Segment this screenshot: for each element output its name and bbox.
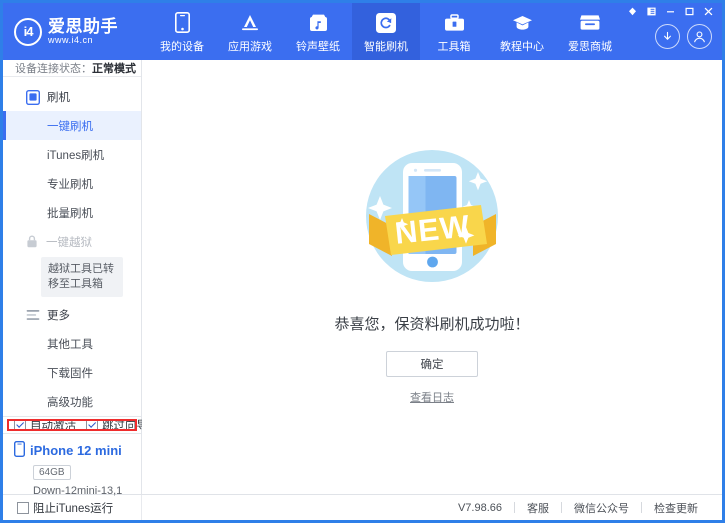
account-icon[interactable]: [687, 24, 712, 49]
nav-label: 智能刷机: [364, 38, 408, 54]
sidebar-options: 自动激活 跳过向导: [3, 416, 141, 433]
device-capacity-badge: 64GB: [33, 465, 71, 480]
device-name-row: iPhone 12 mini: [14, 441, 141, 460]
logo-text: 爱思助手 www.i4.cn: [48, 18, 118, 46]
app-header: i4 爱思助手 www.i4.cn 我的设备 应用游戏: [3, 3, 722, 60]
sidebar-item-one-key-flash[interactable]: 一键刷机: [3, 111, 141, 140]
nav-label: 我的设备: [160, 38, 204, 54]
auto-activate-label: 自动激活: [30, 417, 76, 433]
logo-mark-icon: i4: [14, 18, 42, 46]
device-name: iPhone 12 mini: [30, 443, 122, 458]
nav-label: 铃声壁纸: [296, 38, 340, 54]
success-message: 恭喜您，保资料刷机成功啦！: [334, 313, 529, 334]
app-logo: i4 爱思助手 www.i4.cn: [3, 3, 142, 60]
sidebar-item-label: 高级功能: [47, 394, 93, 410]
sidebar-group-label: 刷机: [47, 89, 70, 105]
maximize-icon[interactable]: [681, 5, 698, 18]
flash-icon: [376, 12, 396, 34]
sidebar-group-label: 更多: [47, 307, 70, 323]
device-identifier: Down-12mini-13,1: [33, 485, 141, 497]
connected-device-card[interactable]: iPhone 12 mini 64GB Down-12mini-13,1: [3, 433, 141, 505]
device-icon: [175, 12, 190, 34]
nav-item-tutorials[interactable]: 教程中心: [488, 3, 556, 60]
status-bar-right: V7.98.66 客服 微信公众号 检查更新: [142, 500, 722, 516]
shop-icon: [579, 12, 601, 34]
nav-label: 爱思商城: [568, 38, 612, 54]
nav-item-toolbox[interactable]: 工具箱: [420, 3, 488, 60]
sidebar-item-label: 一键刷机: [47, 118, 93, 134]
sidebar-item-label: iTunes刷机: [47, 147, 104, 163]
download-icon[interactable]: [655, 24, 680, 49]
nav-item-store[interactable]: 爱思商城: [556, 3, 624, 60]
sidebar-item-download-firmware[interactable]: 下载固件: [3, 358, 141, 387]
sidebar-item-one-key-jailbreak: 一键越狱: [3, 227, 141, 256]
confirm-button[interactable]: 确定: [386, 351, 478, 377]
nav-item-smart-flash[interactable]: 智能刷机: [352, 3, 420, 60]
sidebar-item-label: 批量刷机: [47, 205, 93, 221]
sidebar-item-other-tools[interactable]: 其他工具: [3, 329, 141, 358]
nav-label: 应用游戏: [228, 38, 272, 54]
sidebar-item-pro-flash[interactable]: 专业刷机: [3, 169, 141, 198]
new-phone-badge-illustration: NEW: [345, 134, 520, 299]
appstore-icon: [239, 12, 261, 34]
lock-icon: [25, 235, 39, 249]
checkbox-icon: [86, 419, 98, 431]
checkbox-icon: [14, 419, 26, 431]
minimize-icon[interactable]: [662, 5, 679, 18]
main-nav: 我的设备 应用游戏 铃声壁纸 智能刷机: [148, 3, 624, 60]
sidebar: 设备连接状态：正常模式 刷机 一键刷机 iTunes刷机 专业刷机: [3, 60, 142, 494]
view-log-link[interactable]: 查看日志: [410, 389, 454, 405]
toolbox-icon: [444, 12, 465, 34]
sidebar-item-advanced[interactable]: 高级功能: [3, 387, 141, 416]
jailbreak-tooltip: 越狱工具已转移至工具箱: [41, 257, 123, 297]
menu-icon[interactable]: [643, 5, 660, 18]
device-status-label: 设备连接状态：: [15, 60, 92, 76]
sidebar-item-label: 其他工具: [47, 336, 93, 352]
logo-name: 爱思助手: [48, 18, 118, 35]
nav-label: 工具箱: [438, 38, 471, 54]
list-icon: [25, 308, 40, 323]
skip-wizard-checkbox[interactable]: 跳过向导: [86, 417, 148, 433]
nav-item-ringtone-wallpaper[interactable]: 铃声壁纸: [284, 3, 352, 60]
auto-activate-checkbox[interactable]: 自动激活: [14, 417, 76, 433]
app-body: 设备连接状态：正常模式 刷机 一键刷机 iTunes刷机 专业刷机: [3, 60, 722, 494]
device-connection-status: 设备连接状态：正常模式: [3, 60, 141, 77]
wechat-link[interactable]: 微信公众号: [562, 500, 641, 516]
nav-item-apps-games[interactable]: 应用游戏: [216, 3, 284, 60]
header-account-icons: [655, 24, 712, 49]
sidebar-group-flash[interactable]: 刷机: [3, 83, 141, 111]
check-update-link[interactable]: 检查更新: [642, 500, 710, 516]
sidebar-group-more[interactable]: 更多: [3, 301, 141, 329]
device-status-value: 正常模式: [92, 60, 136, 76]
graduation-icon: [512, 12, 533, 34]
sidebar-menu: 刷机 一键刷机 iTunes刷机 专业刷机 批量刷机: [3, 77, 141, 416]
nav-label: 教程中心: [500, 38, 544, 54]
logo-url: www.i4.cn: [48, 36, 118, 45]
sidebar-item-label: 下载固件: [47, 365, 93, 381]
ringtone-icon: [309, 12, 328, 34]
nav-item-my-device[interactable]: 我的设备: [148, 3, 216, 60]
skin-icon[interactable]: [624, 5, 641, 18]
sidebar-item-batch-flash[interactable]: 批量刷机: [3, 198, 141, 227]
flash-device-icon: [25, 90, 40, 105]
logo-initials: i4: [24, 24, 33, 39]
phone-icon: [14, 441, 25, 460]
support-link[interactable]: 客服: [515, 500, 561, 516]
sidebar-item-label: 一键越狱: [46, 234, 92, 250]
sidebar-item-label: 专业刷机: [47, 176, 93, 192]
main-content: NEW 恭喜您，保资料刷机成功啦！ 确定 查看日志: [142, 60, 722, 494]
version-label: V7.98.66: [446, 502, 514, 514]
window-controls: [624, 5, 717, 18]
close-icon[interactable]: [700, 5, 717, 18]
app-window: i4 爱思助手 www.i4.cn 我的设备 应用游戏: [0, 0, 725, 523]
sidebar-item-itunes-flash[interactable]: iTunes刷机: [3, 140, 141, 169]
